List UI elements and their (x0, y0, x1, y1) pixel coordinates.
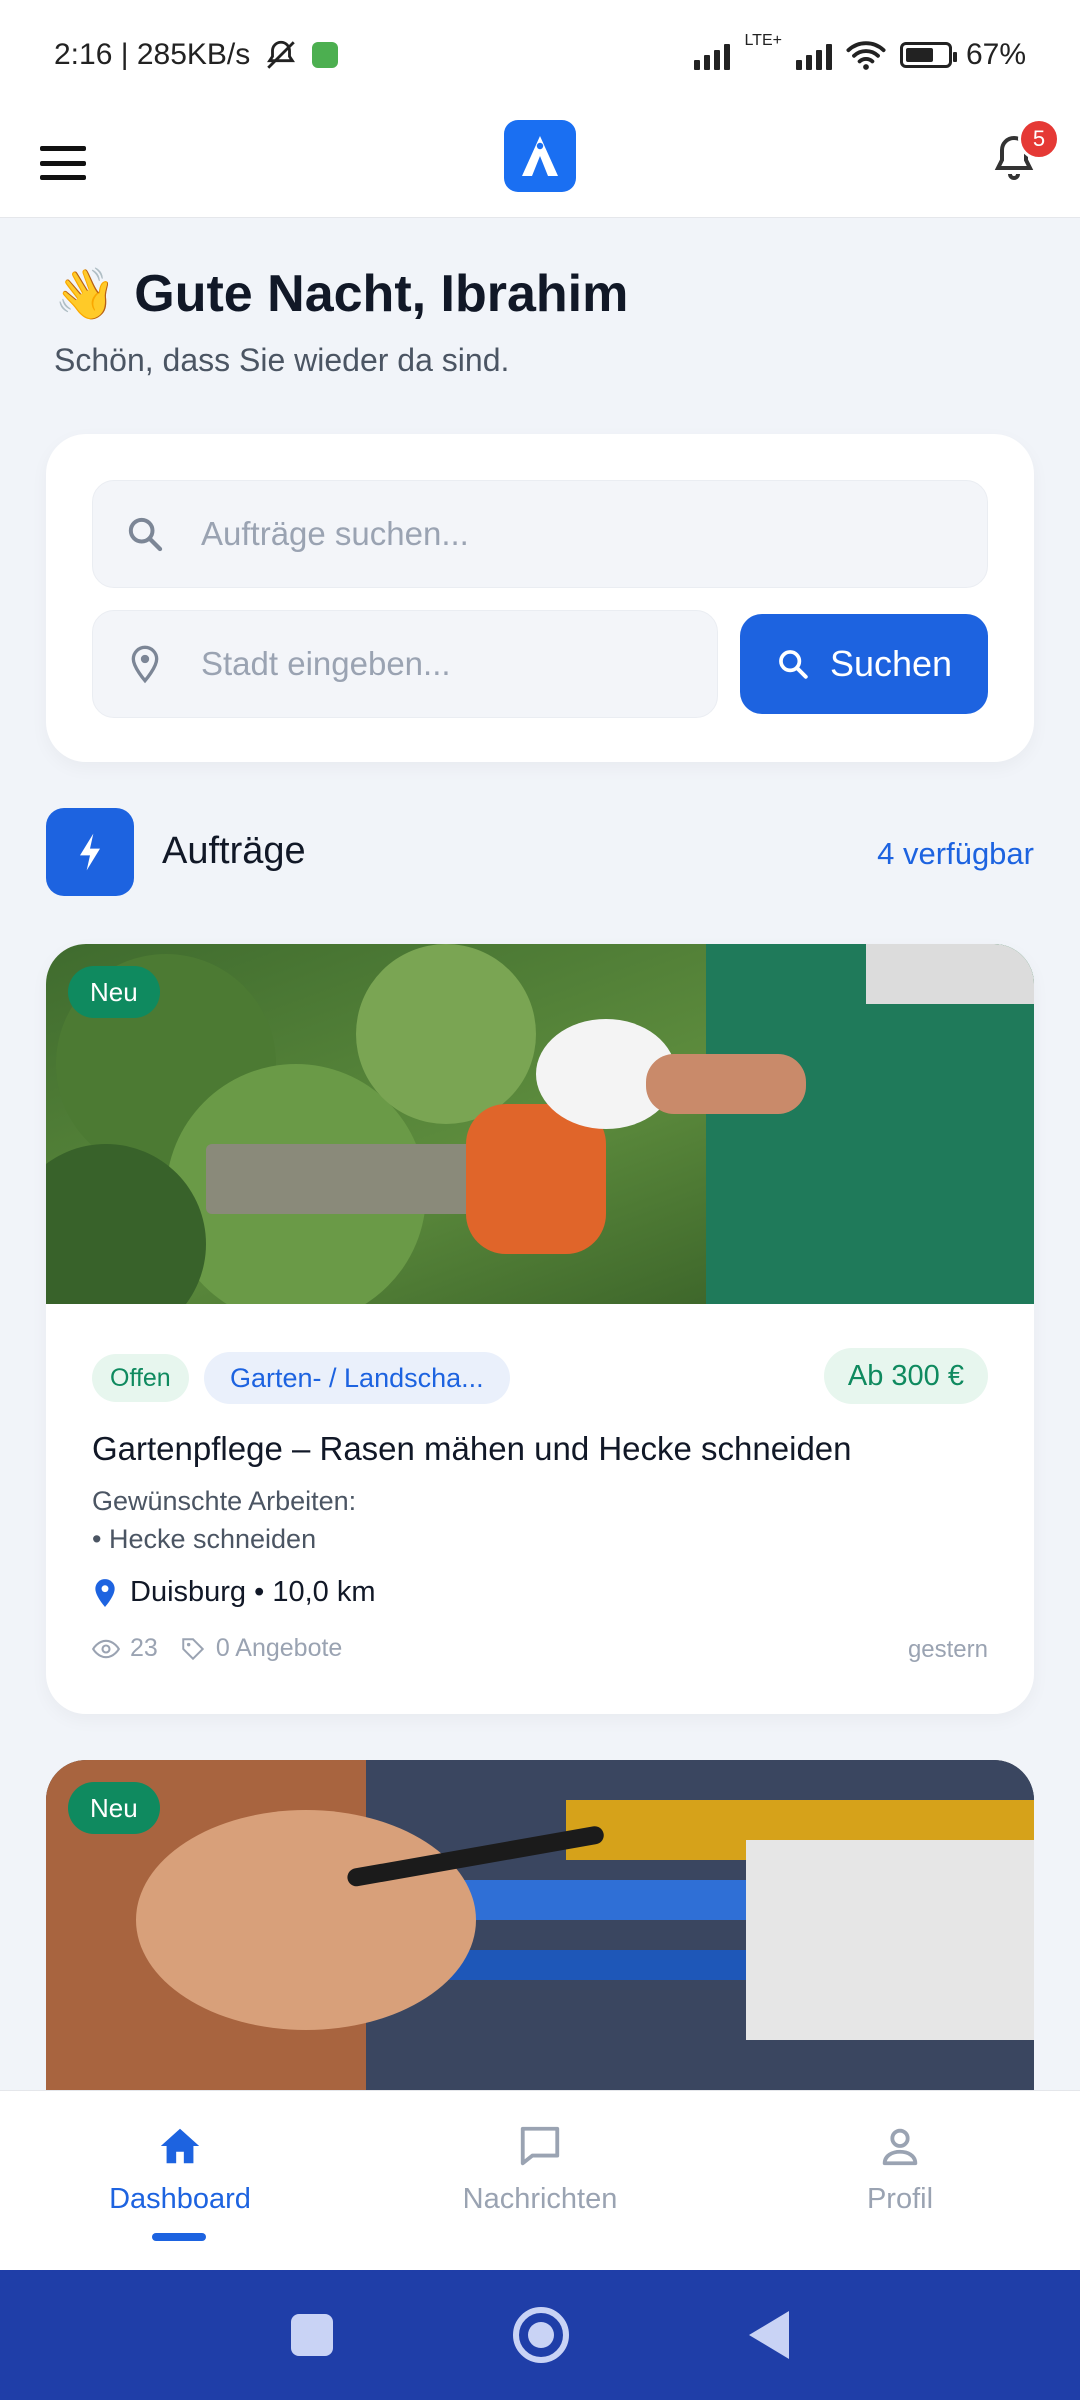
job-description: Gewünschte Arbeiten: • Hecke schneiden (92, 1482, 356, 1558)
home-dot (528, 2322, 554, 2348)
job-location-text: Duisburg • 10,0 km (130, 1576, 376, 1608)
network-type-label: LTE+ (744, 32, 782, 49)
job-description-line: • Hecke schneiden (92, 1524, 317, 1554)
job-meta: 23 0 Angebote (92, 1634, 342, 1663)
job-title: Gartenpflege – Rasen mähen und Hecke sch… (92, 1430, 852, 1467)
logo-a-icon (522, 136, 558, 176)
nav-messages-label: Nachrichten (462, 2183, 618, 2215)
signal-icon (694, 40, 731, 70)
lightning-icon (80, 833, 100, 871)
status-chip: Offen (92, 1354, 189, 1402)
job-location: Duisburg • 10,0 km (92, 1576, 375, 1609)
job-card[interactable]: Neu Offen Garten- / Landscha... Ab 300 €… (46, 944, 1034, 1714)
category-chip: Garten- / Landscha... (204, 1352, 510, 1404)
wifi-icon (846, 41, 886, 70)
status-left: 2:16 | 285KB/s (54, 38, 339, 72)
offers-count-text: 0 Angebote (215, 1634, 343, 1662)
new-badge: Neu (68, 966, 160, 1018)
electrical-panel-photo (46, 1760, 1034, 2090)
job-image-garden: Neu (46, 944, 1034, 1304)
nav-active-indicator (152, 2233, 206, 2241)
status-right: LTE+ 67% (694, 32, 1026, 72)
views-count-text: 23 (130, 1634, 158, 1662)
price-chip: Ab 300 € (823, 1348, 988, 1404)
battery-icon (899, 42, 957, 68)
battery-label: 67% (965, 38, 1026, 71)
job-search-input[interactable]: Aufträge suchen... (92, 480, 988, 588)
nav-profile-label: Profil (866, 2183, 934, 2215)
offers-count: 0 Angebote (180, 1634, 343, 1663)
greeting-title: Gute Nacht, Ibrahim (134, 265, 629, 323)
greeting-title-row: 👋 Gute Nacht, Ibrahim (54, 264, 628, 324)
job-search-placeholder: Aufträge suchen... (201, 515, 469, 552)
tag-icon (182, 1637, 204, 1660)
location-pin-icon (131, 645, 159, 684)
search-button[interactable]: Suchen (740, 614, 988, 714)
city-placeholder: Stadt eingeben... (201, 645, 451, 682)
search-icon (779, 650, 808, 679)
nav-dashboard[interactable]: Dashboard (30, 2123, 330, 2216)
app-header (0, 110, 1080, 218)
nav-messages[interactable]: Nachrichten (390, 2123, 690, 2216)
recents-button[interactable] (291, 2314, 333, 2356)
signal-icon-2 (795, 40, 832, 70)
status-time-speed: 2:16 | 285KB/s (54, 38, 251, 71)
location-pin-icon (95, 1578, 115, 1607)
jobs-section-icon (46, 808, 134, 896)
menu-line (40, 146, 86, 151)
job-card[interactable]: Neu (46, 1760, 1034, 2090)
home-button[interactable] (513, 2307, 569, 2363)
chat-icon (520, 2126, 560, 2166)
mute-bell-icon (267, 40, 296, 69)
job-date: gestern (907, 1636, 988, 1663)
views-count: 23 (92, 1634, 158, 1663)
jobs-available-count[interactable]: 4 verfügbar (877, 836, 1034, 872)
wave-emoji: 👋 (54, 265, 117, 322)
search-button-label: Suchen (829, 643, 953, 684)
nav-dashboard-label: Dashboard (109, 2183, 251, 2215)
greeting-subtitle: Schön, dass Sie wieder da sind. (54, 342, 510, 378)
app-logo (504, 120, 576, 192)
back-button[interactable] (749, 2311, 789, 2359)
home-icon (160, 2128, 200, 2164)
search-card: Aufträge suchen... Stadt eingeben... Suc… (46, 434, 1034, 762)
eye-icon (92, 1639, 120, 1658)
app-notification-icon (312, 42, 339, 68)
nav-profile[interactable]: Profil (750, 2123, 1050, 2216)
job-description-line: Gewünschte Arbeiten: (92, 1486, 357, 1516)
new-badge: Neu (68, 1782, 160, 1834)
menu-line (40, 160, 86, 166)
menu-line (40, 175, 86, 180)
system-navigation-bar (0, 2270, 1080, 2400)
status-bar: 2:16 | 285KB/s LTE+ 67% (0, 0, 1080, 110)
menu-button[interactable] (38, 140, 88, 186)
search-icon (128, 517, 163, 552)
jobs-section-title: Aufträge (162, 830, 306, 872)
notification-count-badge: 5 (1018, 118, 1060, 160)
person-icon (882, 2128, 918, 2166)
city-input[interactable]: Stadt eingeben... (92, 610, 718, 718)
bottom-navigation: Dashboard Nachrichten Profil (0, 2090, 1080, 2270)
hedge-trimmer-photo (46, 944, 1034, 1304)
